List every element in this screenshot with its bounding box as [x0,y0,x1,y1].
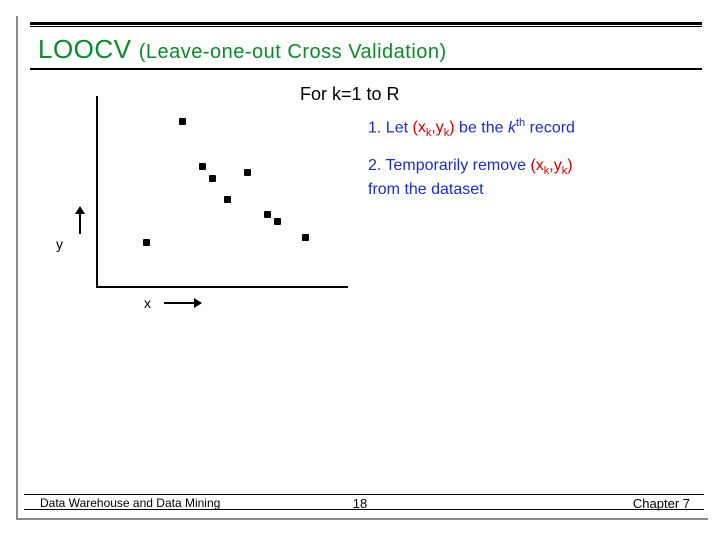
x-axis-label: x [144,295,151,311]
step-2-xparen: (x [530,157,543,174]
step-1: 1. Let (xk,yk) be the kth record [368,116,688,141]
step-1-tail2: record [525,119,575,136]
y-axis [96,96,98,286]
step-1-tail1: be the [455,119,508,136]
title-rule-thick [30,22,702,25]
scatter-point [143,239,150,246]
step-1-k: k [508,119,516,136]
scatter-point [264,211,271,218]
y-arrow-icon [79,214,81,234]
scatter-point [302,234,309,241]
slide-title: LOOCV (Leave-one-out Cross Validation) [38,34,447,65]
step-1-th: th [516,117,525,129]
step-2-mid: ,y [549,157,561,174]
x-axis [96,286,348,288]
step-1-expr: (xk,yk) [412,119,454,136]
x-arrow-icon [164,302,194,304]
step-1-num: 1. [368,119,381,136]
footer-rule-top [24,494,704,495]
step-2-tail: from the dataset [368,181,484,198]
title-acronym: LOOCV [38,34,132,64]
step-2-num: 2. [368,157,381,174]
slide-edge-left [16,16,18,518]
scatter-plot: y x [36,96,352,316]
step-1-lead: Let [386,119,413,136]
title-rest: (Leave-one-out Cross Validation) [139,41,447,63]
title-rule-thin [30,26,702,27]
footer-rule-bottom [24,509,704,510]
scatter-point [244,169,251,176]
scatter-point [224,196,231,203]
steps-list: 1. Let (xk,yk) be the kth record 2. Temp… [368,116,688,215]
scatter-point [209,175,216,182]
scatter-point [179,118,186,125]
slide: LOOCV (Leave-one-out Cross Validation) F… [0,0,720,540]
slide-edge-bottom [16,518,708,520]
step-2-lead: Temporarily remove [386,157,531,174]
step-2-expr: (xk,yk) [530,157,572,174]
title-underline [30,68,702,70]
scatter-point [274,218,281,225]
step-2: 2. Temporarily remove (xk,yk) from the d… [368,155,688,201]
step-1-mid: ,y [431,119,443,136]
step-2-close: ) [567,157,572,174]
scatter-point [199,163,206,170]
y-axis-label: y [56,236,63,252]
step-1-xparen: (x [412,119,425,136]
